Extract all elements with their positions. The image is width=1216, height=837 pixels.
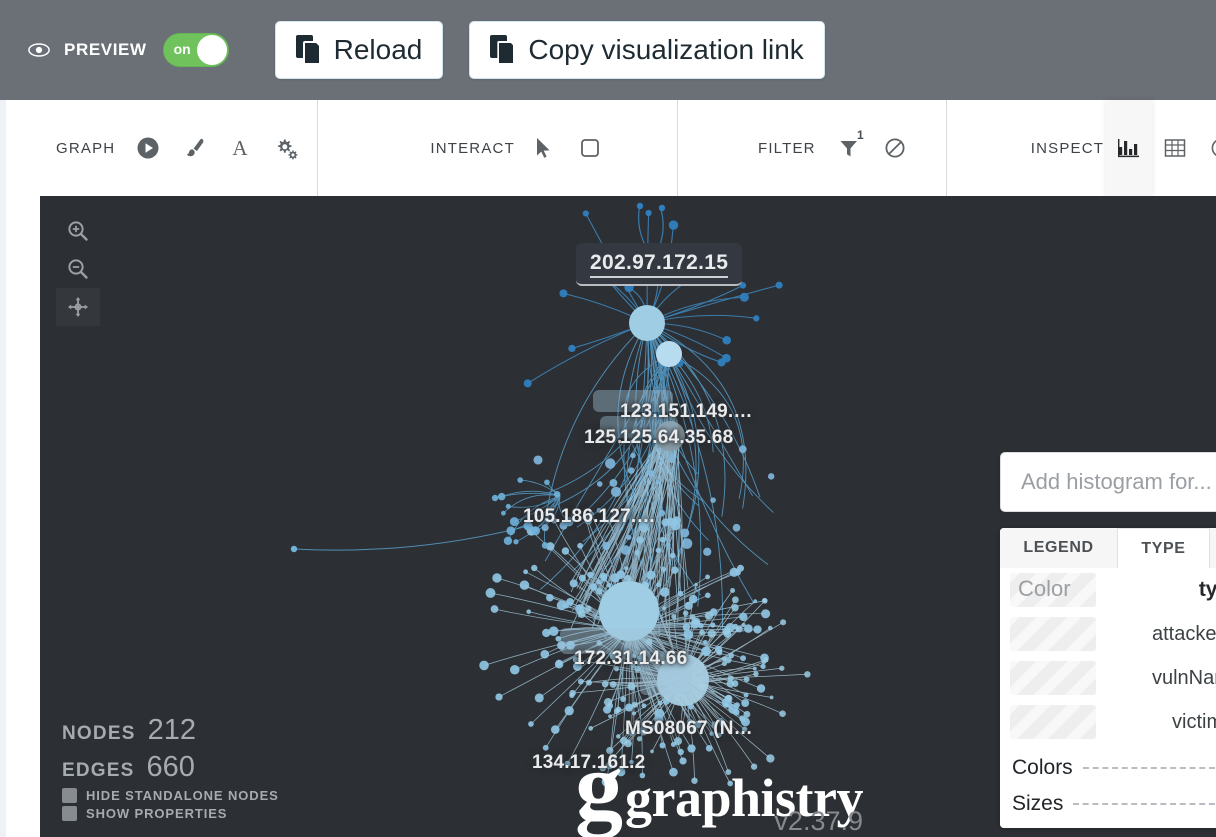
node-tooltip[interactable]: 202.97.172.15 [576, 243, 743, 286]
graph-stats: NODES 212 EDGES 660 HIDE STANDALONE NODE… [62, 714, 279, 821]
add-histogram-input[interactable]: Add histogram for... [1000, 452, 1216, 512]
tab-type-label: TYPE [1141, 539, 1186, 557]
text-label-icon[interactable]: A [217, 100, 263, 196]
cursor-pointer-icon[interactable] [521, 100, 567, 196]
tab-extra[interactable] [1210, 528, 1216, 568]
add-histogram-placeholder: Add histogram for... [1021, 469, 1212, 494]
zoom-controls [56, 212, 100, 326]
timebar-icon[interactable] [1198, 100, 1216, 196]
legend-row-value: vulnName [1151, 666, 1216, 689]
legend-row[interactable]: vulnName [1000, 656, 1216, 700]
reload-button[interactable]: Reload [274, 21, 444, 79]
legend-color-column-header: Color [1018, 576, 1071, 601]
legend-tab-bar: LEGEND TYPE [1000, 528, 1216, 568]
paintbrush-icon[interactable] [171, 100, 217, 196]
hide-standalone-nodes-label: HIDE STANDALONE NODES [86, 788, 279, 803]
toolbar-group-inspect: INSPECT [945, 100, 1216, 196]
node-tooltip-label: 202.97.172.15 [590, 251, 729, 278]
legend-row-value: attackerIP [1151, 622, 1216, 645]
legend-colors-label: Colors [1012, 756, 1073, 779]
legend-body: type Color attackerIP vulnName victimIP Co… [1000, 568, 1216, 828]
hide-standalone-nodes-checkbox[interactable]: HIDE STANDALONE NODES [62, 788, 279, 803]
legend-colors-dashline [1082, 767, 1216, 769]
main-toolbar: GRAPH A INTERACT FILTER 1 INSPECT [0, 100, 1216, 196]
reload-button-label: Reload [333, 34, 423, 65]
legend-type-column-header: type [1198, 578, 1216, 601]
legend-sizes-dashline [1073, 803, 1216, 805]
nodes-stat-label: NODES [62, 723, 136, 744]
checkbox-box [62, 806, 77, 821]
filter-group-label: FILTER [757, 139, 816, 157]
legend-row-value: victimIP [1172, 710, 1216, 733]
checkbox-box [62, 788, 77, 803]
copy-link-button-label: Copy visualization link [528, 34, 804, 65]
eye-icon [28, 39, 50, 61]
legend-row[interactable]: victimIP [1000, 700, 1216, 744]
legend-color-swatch[interactable] [1010, 705, 1096, 739]
tab-type[interactable]: TYPE [1118, 528, 1210, 568]
legend-colors-row[interactable]: Colors [1006, 750, 1216, 786]
legend-row[interactable]: attackerIP [1000, 612, 1216, 656]
legend-rows: attackerIP vulnName victimIP [1000, 612, 1216, 744]
tab-legend[interactable]: LEGEND [1000, 528, 1118, 568]
toolbar-group-interact: INTERACT [317, 100, 677, 196]
legend-panel: LEGEND TYPE type Color attackerIP vulnNam… [1000, 528, 1216, 828]
edges-stat-label: EDGES [62, 760, 135, 781]
edges-stat-value: 660 [146, 751, 195, 783]
toolbar-group-graph: GRAPH A [6, 100, 317, 196]
preview-toolbar: PREVIEW on Reload Copy visualization lin… [0, 0, 1216, 100]
interact-group-label: INTERACT [430, 139, 515, 157]
histogram-icon[interactable] [1106, 100, 1153, 196]
exclusion-icon[interactable] [872, 100, 918, 196]
legend-color-swatch[interactable] [1010, 661, 1096, 695]
preview-label: PREVIEW [64, 40, 147, 59]
show-properties-label: SHOW PROPERTIES [86, 806, 228, 821]
show-properties-checkbox[interactable]: SHOW PROPERTIES [62, 806, 279, 821]
legend-sizes-label: Sizes [1012, 792, 1064, 815]
legend-color-swatch[interactable] [1010, 617, 1096, 651]
zoom-out-icon[interactable] [56, 250, 100, 288]
preview-toggle[interactable]: on [162, 33, 229, 67]
legend-sizes-row[interactable]: Sizes [1006, 786, 1216, 822]
preview-toggle-state: on [173, 41, 191, 57]
center-view-icon[interactable] [56, 288, 100, 326]
gears-icon[interactable] [263, 100, 309, 196]
canvas-left-gutter [0, 196, 40, 837]
graph-group-label: GRAPH [56, 139, 116, 157]
nodes-stat: NODES 212 [62, 714, 279, 747]
graphistry-visualization-app: PREVIEW on Reload Copy visualization lin… [0, 0, 1216, 837]
copy-visualization-link-button[interactable]: Copy visualization link [469, 21, 825, 79]
selection-box-icon[interactable] [567, 100, 613, 196]
filter-count-badge: 1 [857, 128, 864, 142]
svg-text:A: A [233, 136, 249, 160]
zoom-in-icon[interactable] [56, 212, 100, 250]
document-copy-icon [295, 35, 322, 65]
edges-stat: EDGES 660 [62, 751, 279, 784]
toolbar-group-filter: FILTER 1 [676, 100, 946, 196]
inspect-group-label: INSPECT [1030, 139, 1105, 157]
play-icon[interactable] [125, 100, 171, 196]
toggle-knob [196, 35, 227, 65]
legend-footer: Colors Sizes [1006, 750, 1216, 822]
tab-legend-label: LEGEND [1023, 539, 1094, 556]
nodes-stat-value: 212 [147, 714, 196, 746]
data-table-icon[interactable] [1152, 100, 1198, 196]
filter-funnel-icon[interactable]: 1 [826, 100, 872, 196]
document-copy-icon [490, 35, 516, 65]
panel-gap [1000, 512, 1216, 528]
